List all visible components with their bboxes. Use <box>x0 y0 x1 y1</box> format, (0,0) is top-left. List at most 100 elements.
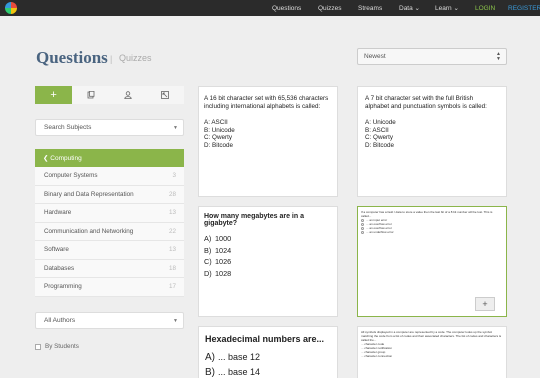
answer-option: A)... base 12 <box>205 350 331 365</box>
logo-icon[interactable] <box>5 2 17 14</box>
add-to-quiz-button[interactable]: + <box>475 297 495 311</box>
category-item-networking[interactable]: Communication and Networking 22 <box>35 222 184 241</box>
add-button[interactable]: + <box>35 86 73 104</box>
by-students-label: By Students <box>45 343 79 350</box>
option-text: 1024 <box>215 245 232 255</box>
radio-icon <box>361 222 364 226</box>
tool-row: + <box>35 86 184 104</box>
category-item-binary[interactable]: Binary and Data Representation 28 <box>35 185 184 204</box>
category-item-software[interactable]: Software 13 <box>35 241 184 260</box>
radio-icon <box>361 218 364 222</box>
answer-option[interactable]: ... an underflow error <box>361 230 503 234</box>
answer-option: C: Qwerty <box>365 134 393 141</box>
category-list: Computer Systems 3 Binary and Data Repres… <box>35 167 184 297</box>
login-link[interactable]: LOGIN <box>475 0 495 16</box>
user-icon <box>124 91 132 99</box>
nav-learn[interactable]: Learn ⌄ <box>435 0 459 16</box>
answer-option: C: Qwerty <box>204 134 232 141</box>
option-text: ... base 14 <box>218 367 261 377</box>
nav-streams[interactable]: Streams <box>358 0 382 16</box>
answer-option: D: Bitcode <box>365 141 395 149</box>
category-count: 13 <box>168 246 176 254</box>
user-button[interactable] <box>109 86 147 104</box>
by-students-checkbox[interactable] <box>35 343 41 350</box>
title-separator: | <box>110 54 113 64</box>
category-count: 28 <box>168 190 176 198</box>
answer-option: D: Bitcode <box>204 141 234 149</box>
question-card-selected[interactable]: If a computer has a fault / data to stor… <box>357 206 507 317</box>
question-card[interactable]: Hexadecimal numbers are... A)... base 12… <box>198 326 338 378</box>
option-letter: A) <box>204 234 212 243</box>
quizzes-link[interactable]: Quizzes <box>119 53 152 63</box>
question-text: Hexadecimal numbers are... <box>205 334 325 344</box>
option-letter: A) <box>205 352 215 363</box>
category-label: Binary and Data Representation <box>44 190 134 198</box>
category-count: 3 <box>172 172 176 180</box>
category-count: 13 <box>168 209 176 217</box>
option-letter: D) <box>204 268 212 278</box>
caret-down-icon: ▼ <box>173 125 178 131</box>
question-text: A 16 bit character set with 65,536 chara… <box>204 95 329 110</box>
sort-value: Newest <box>364 53 386 60</box>
nav-quizzes[interactable]: Quizzes <box>318 0 341 16</box>
top-nav-bar: Questions Quizzes Streams Data ⌄ Learn ⌄… <box>0 0 540 16</box>
answer-option: B: Unicode <box>204 126 235 134</box>
chevron-down-icon: ⌄ <box>453 5 459 12</box>
category-count: 17 <box>168 283 176 291</box>
category-item-databases[interactable]: Databases 18 <box>35 259 184 278</box>
category-header[interactable]: ❮ Computing <box>35 149 184 167</box>
answer-option: D) 1028 <box>204 268 332 280</box>
category-label: Programming <box>44 283 82 291</box>
answer-option: B)... base 14 <box>205 365 331 378</box>
question-card[interactable]: A 7 bit character set with the full Brit… <box>357 86 507 197</box>
category-item-programming[interactable]: Programming 17 <box>35 278 184 297</box>
nav-questions[interactable]: Questions <box>272 0 301 16</box>
radio-icon <box>361 226 364 230</box>
subject-select-value: Search Subjects <box>44 124 92 131</box>
nav-learn-label: Learn <box>435 4 452 12</box>
question-text: All symbols displayed in a computer are … <box>361 330 502 342</box>
sort-arrows-icon: ▲ ▼ <box>496 51 501 62</box>
category-item-computer-systems[interactable]: Computer Systems 3 <box>35 167 184 186</box>
expand-button[interactable] <box>146 86 184 104</box>
category-label: Communication and Networking <box>44 227 134 235</box>
plus-icon: + <box>50 89 57 101</box>
option-text: 1028 <box>215 268 232 278</box>
question-card[interactable]: A 16 bit character set with 65,536 chara… <box>198 86 338 197</box>
option-text: 1000 <box>215 234 232 243</box>
sort-select[interactable]: Newest ▲ ▼ <box>357 48 507 65</box>
answer-option: C) 1026 <box>204 256 332 268</box>
option-text: ... an underflow error <box>366 230 394 234</box>
register-link[interactable]: REGISTER <box>508 0 540 16</box>
answer-option: A: ASCII <box>204 119 228 126</box>
question-text: If a computer has a fault / data to stor… <box>361 210 493 218</box>
page-title: Questions <box>36 48 108 67</box>
category-label: Software <box>44 246 69 254</box>
answer-option: A) 1000 <box>204 233 332 245</box>
answer-option: ... character connection <box>361 354 393 358</box>
chevron-left-icon: ❮ <box>43 155 49 162</box>
category-label: Computer Systems <box>44 172 98 180</box>
question-text: A 7 bit character set with the full Brit… <box>365 95 487 110</box>
nav-data[interactable]: Data ⌄ <box>399 0 420 16</box>
answer-option: A: Unicode <box>365 119 396 126</box>
author-select-value: All Authors <box>44 317 76 324</box>
question-card[interactable]: How many megabytes are in a gigabyte? A)… <box>198 206 338 317</box>
copy-button[interactable] <box>72 86 110 104</box>
answer-option: B: ASCII <box>365 126 389 134</box>
radio-icon <box>361 230 364 234</box>
category-item-hardware[interactable]: Hardware 13 <box>35 204 184 223</box>
question-text: How many megabytes are in a gigabyte? <box>204 213 304 227</box>
option-letter: C) <box>204 257 212 266</box>
expand-icon <box>161 91 170 99</box>
option-letter: B) <box>205 367 215 378</box>
chevron-down-icon: ⌄ <box>414 5 420 12</box>
caret-down-icon: ▼ <box>173 318 178 324</box>
subject-select[interactable]: Search Subjects ▼ <box>35 119 184 136</box>
answer-option: B) 1024 <box>204 245 332 257</box>
author-select[interactable]: All Authors ▼ <box>35 312 184 329</box>
question-card[interactable]: All symbols displayed in a computer are … <box>357 326 507 378</box>
category-count: 22 <box>168 227 176 235</box>
copy-icon <box>87 91 95 99</box>
by-students-filter[interactable]: By Students <box>35 343 79 350</box>
